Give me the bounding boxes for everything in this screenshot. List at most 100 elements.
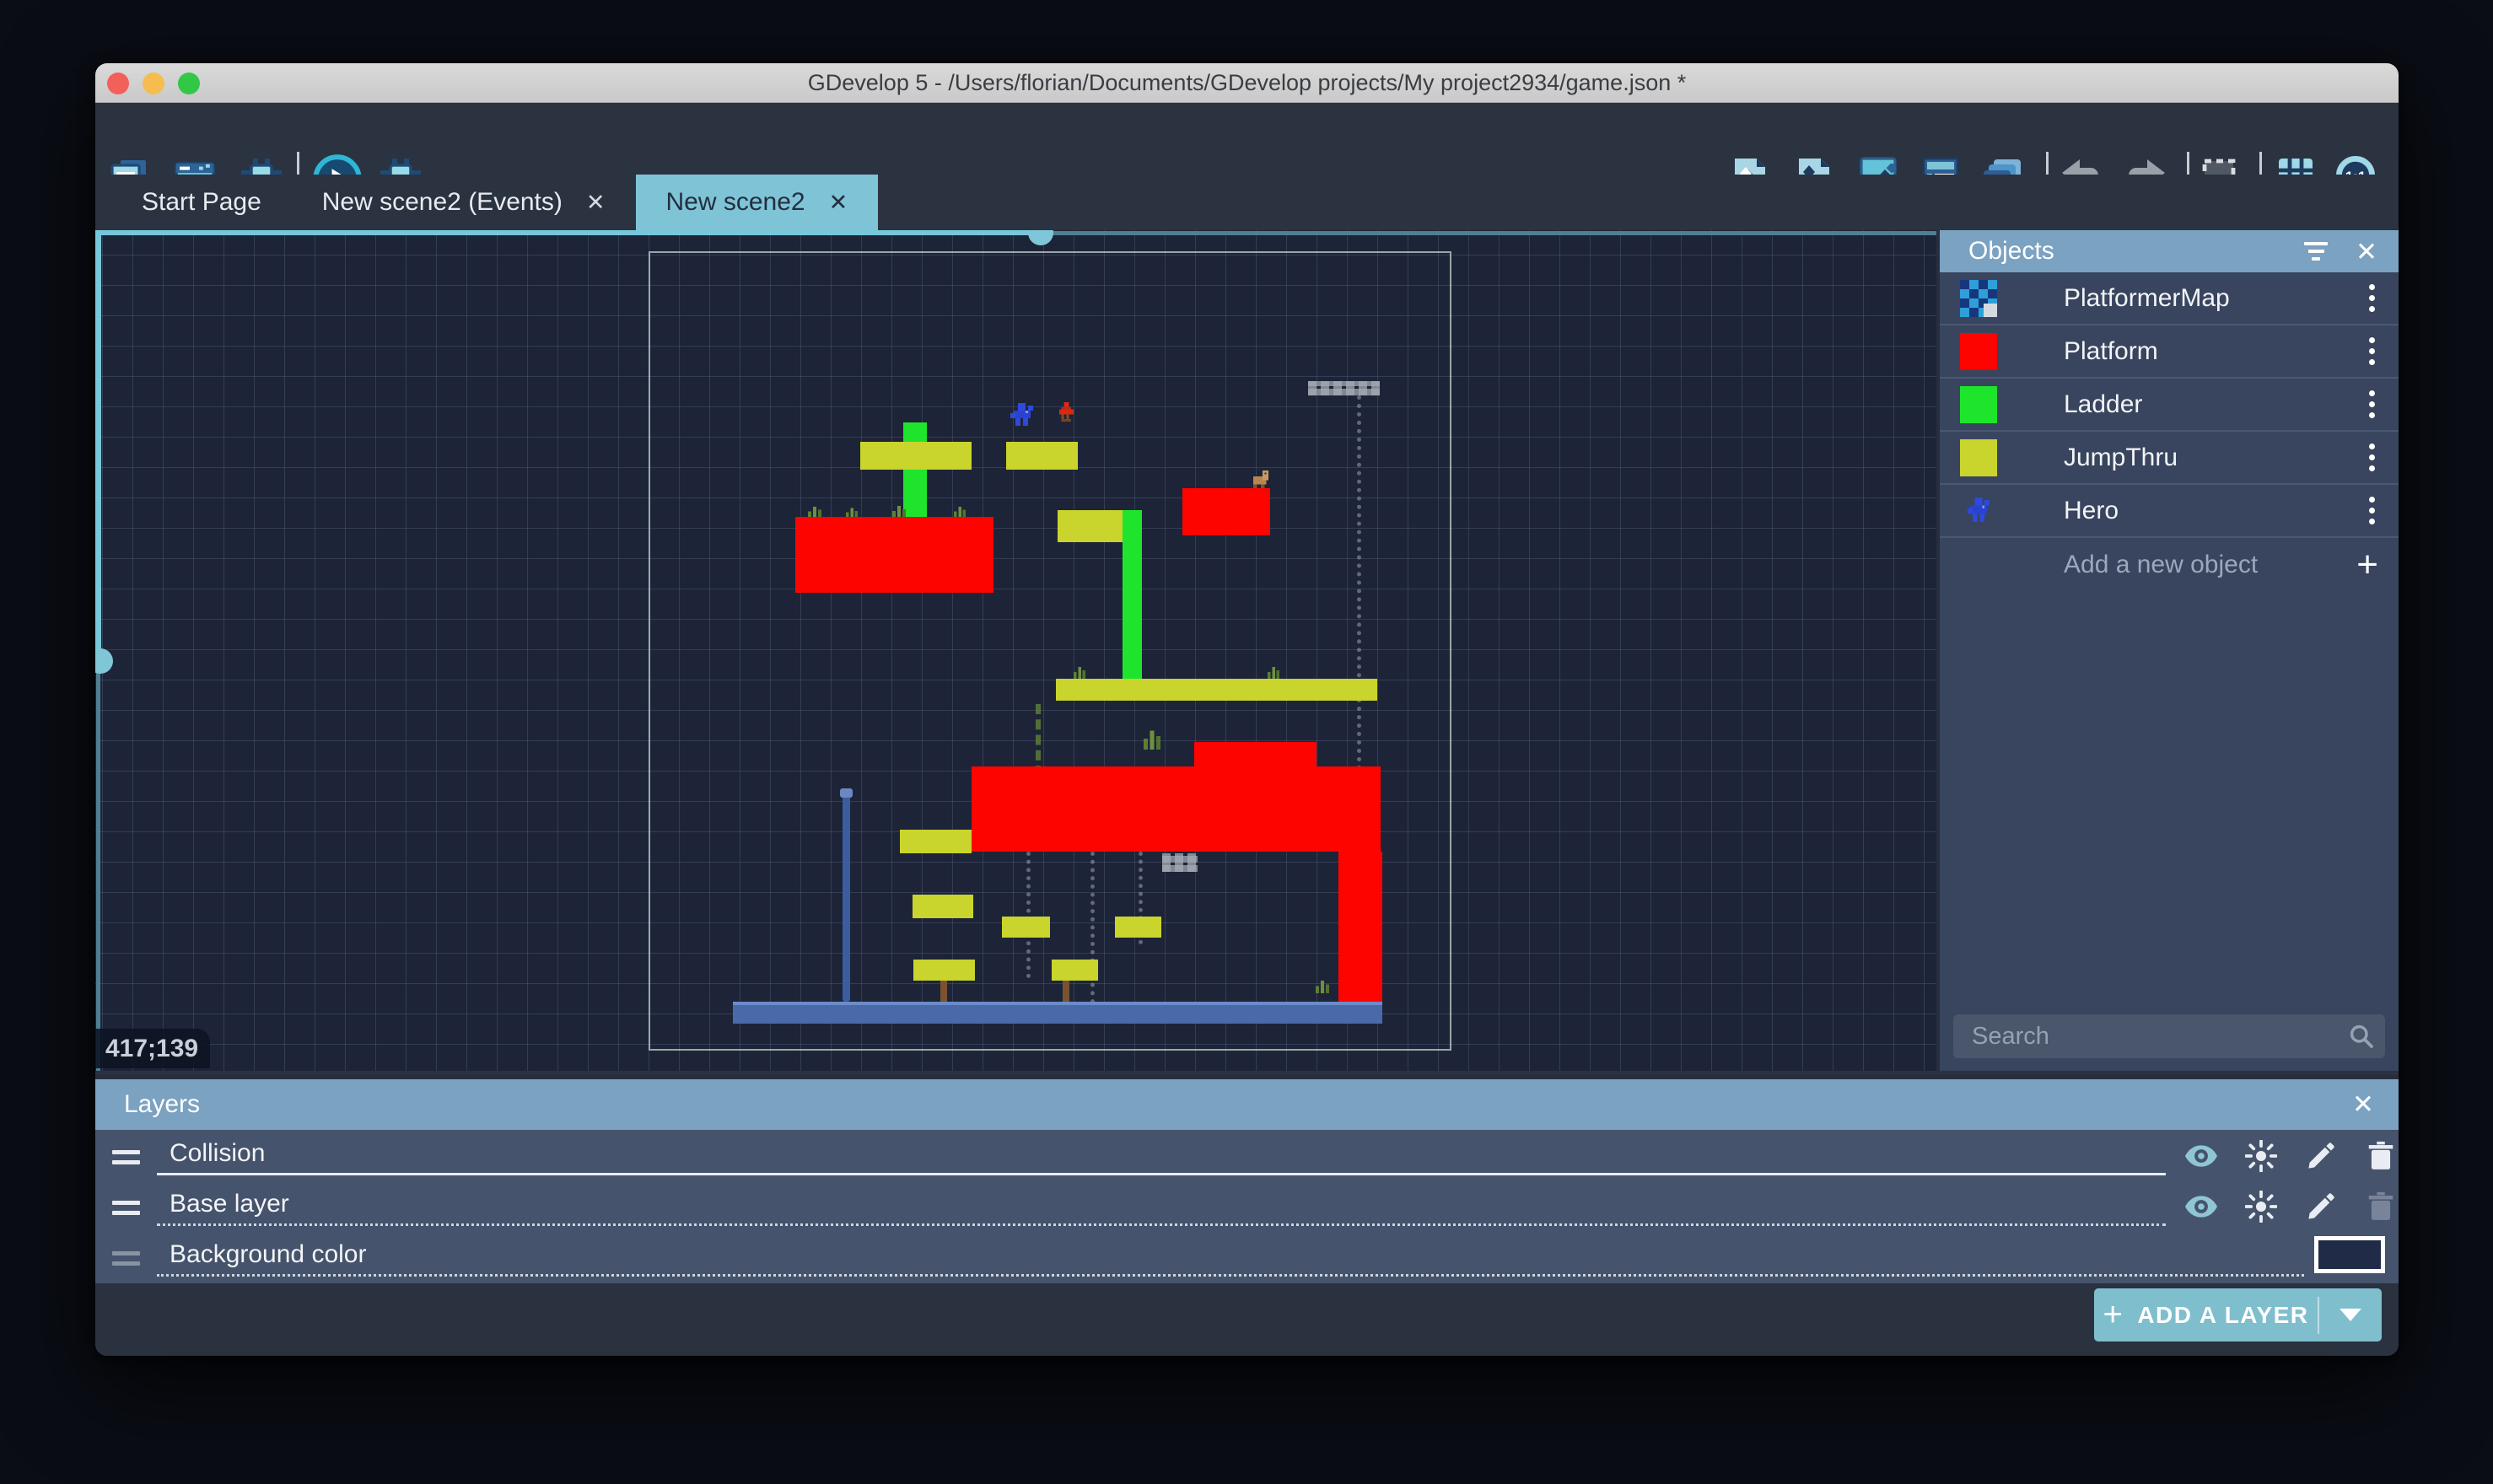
layer-effects-icon[interactable] xyxy=(2243,1188,2280,1225)
tab-new-scene2[interactable]: New scene2 ✕ xyxy=(636,175,879,230)
scene-instance-jumpthru[interactable] xyxy=(900,830,972,853)
layer-row-base-layer[interactable]: Base layer xyxy=(95,1182,2399,1233)
background-color-swatch[interactable] xyxy=(2314,1236,2385,1273)
layer-name-field: Background color xyxy=(157,1233,2304,1277)
objects-panel-empty-area xyxy=(1940,591,2399,1014)
scene-instance-bricks[interactable] xyxy=(1162,853,1198,872)
objects-panel: Objects ✕ PlatformerMap Platform Ladder Jum… xyxy=(1936,230,2399,1071)
scene-instance-jumpthru[interactable] xyxy=(913,895,973,918)
scene-instance-red[interactable] xyxy=(1182,488,1270,535)
scene-instance-bricks[interactable] xyxy=(1308,381,1380,395)
layers-panel: Layers ✕ Collision xyxy=(95,1075,2399,1356)
scene-canvas[interactable]: 417;139 xyxy=(95,230,1936,1071)
object-label: JumpThru xyxy=(2064,444,2178,472)
close-tab-icon[interactable]: ✕ xyxy=(586,190,606,216)
object-row[interactable]: JumpThru xyxy=(1940,432,2399,485)
tab-label: New scene2 (Events) xyxy=(322,188,563,217)
scene-instance-hero[interactable] xyxy=(1010,403,1033,428)
scene-instance-jumpthru[interactable] xyxy=(913,960,975,981)
drag-handle-icon xyxy=(112,1251,140,1272)
scene-instance-ladder[interactable] xyxy=(1123,510,1142,679)
titlebar[interactable]: GDevelop 5 - /Users/florian/Documents/GD… xyxy=(95,63,2399,103)
tab-start-page[interactable]: Start Page xyxy=(111,175,292,230)
object-menu-icon[interactable] xyxy=(2369,284,2375,312)
add-layer-dropdown-button[interactable] xyxy=(2319,1309,2382,1321)
scene-instance-grass[interactable] xyxy=(1074,665,1085,679)
scene-instance-grass[interactable] xyxy=(1268,665,1279,679)
scene-instance-jumpthru[interactable] xyxy=(1056,679,1377,701)
layer-row-background-color[interactable]: Background color xyxy=(95,1233,2399,1283)
scene-instances-layer xyxy=(95,234,1936,1071)
scene-instance-grass[interactable] xyxy=(1144,728,1160,750)
objects-panel-title: Objects xyxy=(1968,237,2054,266)
layer-effects-icon[interactable] xyxy=(2243,1137,2280,1175)
object-menu-icon[interactable] xyxy=(2369,444,2375,471)
drag-handle-icon[interactable] xyxy=(112,1201,140,1221)
scene-instance-critter[interactable] xyxy=(1252,470,1270,488)
tab-new-scene2-events[interactable]: New scene2 (Events) ✕ xyxy=(292,175,636,230)
layer-row-collision[interactable]: Collision xyxy=(95,1132,2399,1182)
scene-instance-red[interactable] xyxy=(1194,742,1316,767)
scene-instance-jumpthru[interactable] xyxy=(1006,442,1078,470)
scene-instance-ground[interactable] xyxy=(733,1002,1382,1024)
search-icon xyxy=(2348,1023,2375,1050)
scene-instance-ladder[interactable] xyxy=(903,422,927,519)
scene-instance-vine[interactable] xyxy=(1036,704,1046,776)
object-menu-icon[interactable] xyxy=(2369,337,2375,365)
scene-instance-grass[interactable] xyxy=(954,505,966,518)
scene-instance-imp[interactable] xyxy=(1057,402,1074,424)
layer-name-field[interactable]: Collision xyxy=(157,1132,2166,1175)
layer-edit-pencil-icon[interactable] xyxy=(2302,1137,2340,1175)
add-layer-label: ADD A LAYER xyxy=(2137,1302,2308,1329)
scene-instance-jumpthru[interactable] xyxy=(1052,960,1098,981)
add-object-row[interactable]: Add a new object + xyxy=(1940,538,2399,591)
scene-instance-grass[interactable] xyxy=(1316,979,1329,993)
tab-bar: Start Page New scene2 (Events) ✕ New sce… xyxy=(95,175,2399,230)
layer-name-field[interactable]: Base layer xyxy=(157,1182,2166,1226)
scene-instance-pole[interactable] xyxy=(843,792,850,1002)
objects-search-input[interactable] xyxy=(1953,1014,2385,1058)
scene-instance-jumpthru[interactable] xyxy=(1058,510,1123,542)
scene-instance-grass[interactable] xyxy=(808,505,821,518)
add-layer-button[interactable]: + ADD A LAYER xyxy=(2094,1288,2382,1342)
scene-instance-red[interactable] xyxy=(795,517,993,593)
layer-edit-pencil-icon[interactable] xyxy=(2302,1188,2340,1225)
layer-delete-trash-icon[interactable] xyxy=(2362,1137,2399,1175)
drag-handle-icon[interactable] xyxy=(112,1150,140,1170)
scene-instance-jumpthru[interactable] xyxy=(1002,917,1050,938)
scene-instance-jumpthru[interactable] xyxy=(860,442,972,470)
object-row[interactable]: Ladder xyxy=(1940,379,2399,432)
object-thumbnail xyxy=(1960,386,1997,423)
close-tab-icon[interactable]: ✕ xyxy=(829,190,848,216)
object-row[interactable]: Platform xyxy=(1940,325,2399,379)
layers-panel-header: Layers ✕ xyxy=(95,1079,2399,1130)
scene-instance-red[interactable] xyxy=(1338,852,1382,1002)
close-layers-panel-icon[interactable]: ✕ xyxy=(2346,1088,2380,1121)
scene-instance-grass[interactable] xyxy=(892,504,906,518)
vertical-scrollbar[interactable] xyxy=(95,230,101,660)
object-thumbnail xyxy=(1960,492,1997,530)
scene-instance-stub[interactable] xyxy=(940,981,947,1003)
close-objects-panel-icon[interactable]: ✕ xyxy=(2350,235,2383,269)
filter-icon[interactable] xyxy=(2301,237,2331,266)
cursor-coordinates: 417;139 xyxy=(95,1029,210,1068)
scene-instance-chain[interactable] xyxy=(1090,852,1095,1012)
vertical-scrollbar-track[interactable] xyxy=(96,660,100,1071)
objects-search-area xyxy=(1940,1014,2399,1071)
object-row[interactable]: Hero xyxy=(1940,485,2399,538)
scene-instance-jumpthru[interactable] xyxy=(1115,917,1161,938)
scene-instance-chain[interactable] xyxy=(1026,852,1031,978)
object-menu-icon[interactable] xyxy=(2369,390,2375,418)
layer-visibility-eye-icon[interactable] xyxy=(2183,1137,2220,1175)
plus-icon: + xyxy=(2356,548,2378,582)
scene-instance-red[interactable] xyxy=(972,766,1381,852)
object-label: Platform xyxy=(2064,337,2158,366)
layers-panel-footer: + ADD A LAYER xyxy=(95,1283,2399,1356)
layer-visibility-eye-icon[interactable] xyxy=(2183,1188,2220,1225)
object-label: Hero xyxy=(2064,497,2119,525)
scene-instance-stub[interactable] xyxy=(1063,981,1069,1003)
object-row[interactable]: PlatformerMap xyxy=(1940,272,2399,325)
horizontal-scrollbar[interactable] xyxy=(95,230,1042,235)
object-menu-icon[interactable] xyxy=(2369,497,2375,524)
horizontal-scrollbar-track[interactable] xyxy=(1042,231,1936,235)
